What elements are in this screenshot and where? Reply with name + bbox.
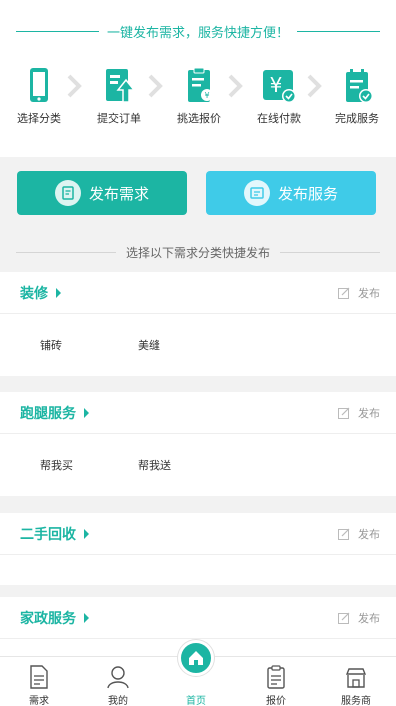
category-item[interactable]: 帮我买: [40, 457, 138, 473]
tab-label: 服务商: [341, 696, 371, 706]
category-items: 帮我买 帮我送: [0, 434, 396, 496]
step-label: 挑选报价: [177, 112, 221, 125]
category-hint-row: 选择以下需求分类快捷发布: [16, 243, 381, 261]
step-select-category: 选择分类: [4, 66, 74, 126]
category-header[interactable]: 跑腿服务 发布: [0, 392, 396, 434]
publish-label: 发布: [358, 527, 380, 541]
tab-label: 我的: [108, 696, 128, 706]
category-title: 跑腿服务: [20, 405, 76, 422]
step-submit-order: 提交订单: [84, 66, 154, 126]
demand-icon: [54, 180, 81, 206]
publish-demand-button[interactable]: 发布需求: [17, 171, 187, 215]
tab-label: 报价: [266, 696, 286, 706]
category-section: 二手回收 发布: [0, 513, 396, 585]
category-items: 铺砖 美缝: [0, 314, 396, 376]
step-label: 选择分类: [17, 112, 61, 125]
category-item[interactable]: 帮我送: [138, 457, 236, 473]
caret-right-icon: [84, 528, 89, 539]
slogan-text: 一键发布需求，服务快捷方便！: [107, 25, 290, 41]
tab-providers[interactable]: 服务商: [326, 659, 386, 706]
svg-text:¥: ¥: [204, 91, 209, 100]
home-icon[interactable]: [178, 640, 214, 676]
category-header[interactable]: 家政服务 发布: [0, 597, 396, 639]
quote-icon: ¥: [179, 66, 219, 106]
category-publish-link[interactable]: 发布: [338, 405, 380, 421]
caret-right-icon: [84, 407, 89, 418]
step-complete-service: 完成服务: [322, 66, 392, 126]
caret-right-icon: [84, 612, 89, 623]
chevron-right-icon: [148, 74, 163, 98]
category-hint-text: 选择以下需求分类快捷发布: [126, 245, 271, 260]
process-steps: 选择分类 提交订单 ¥ 挑选报价 ¥ 在线付款 完成服务: [0, 66, 396, 126]
category-section: 装修 发布 铺砖 美缝: [0, 272, 396, 376]
chevron-right-icon: [67, 74, 82, 98]
publish-service-button[interactable]: 发布服务: [206, 171, 376, 215]
category-section: 跑腿服务 发布 帮我买 帮我送: [0, 392, 396, 496]
document-icon: [9, 659, 69, 689]
clipboard-icon: [246, 659, 306, 689]
tab-label: 需求: [29, 696, 49, 706]
category-header[interactable]: 装修 发布: [0, 272, 396, 314]
step-label: 完成服务: [335, 112, 379, 125]
step-label: 提交订单: [97, 112, 141, 125]
category-header[interactable]: 二手回收 发布: [0, 513, 396, 555]
category-publish-link[interactable]: 发布: [338, 610, 380, 626]
category-title: 家政服务: [20, 610, 76, 627]
publish-demand-label: 发布需求: [88, 184, 149, 203]
payment-icon: ¥: [259, 66, 299, 106]
publish-label: 发布: [358, 406, 380, 420]
submit-order-icon: [99, 66, 139, 106]
publish-actions: 发布需求 发布服务: [17, 171, 376, 215]
chevron-right-icon: [228, 74, 243, 98]
svg-text:¥: ¥: [270, 73, 283, 97]
category-publish-link[interactable]: 发布: [338, 285, 380, 301]
step-online-payment: ¥ 在线付款: [244, 66, 314, 126]
store-icon: [326, 659, 386, 689]
chevron-right-icon: [307, 74, 322, 98]
category-publish-link[interactable]: 发布: [338, 526, 380, 542]
publish-label: 发布: [358, 611, 380, 625]
publish-service-label: 发布服务: [277, 184, 338, 203]
slogan-divider-right: [297, 30, 381, 32]
tab-mine[interactable]: 我的: [88, 659, 148, 706]
hint-divider-right: [280, 251, 381, 253]
category-item[interactable]: 美缝: [138, 337, 236, 353]
category-item[interactable]: 铺砖: [40, 337, 138, 353]
user-icon: [88, 659, 148, 689]
tab-demand[interactable]: 需求: [9, 659, 69, 706]
header-panel: 一键发布需求，服务快捷方便！ 选择分类 提交订单 ¥ 挑选报价 ¥ 在线付款 完…: [0, 0, 396, 157]
tab-quote[interactable]: 报价: [246, 659, 306, 706]
step-choose-quote: ¥ 挑选报价: [164, 66, 234, 126]
slogan-row: 一键发布需求，服务快捷方便！: [16, 22, 381, 41]
tab-label: 首页: [186, 696, 206, 706]
phone-icon: [19, 66, 59, 106]
complete-icon: [337, 66, 377, 106]
edit-icon: [338, 528, 350, 540]
publish-label: 发布: [358, 286, 380, 300]
category-title: 装修: [20, 285, 48, 302]
category-title: 二手回收: [20, 526, 76, 543]
edit-icon: [338, 287, 350, 299]
hint-divider-left: [16, 251, 116, 253]
edit-icon: [338, 612, 350, 624]
service-icon: [243, 180, 270, 206]
step-label: 在线付款: [257, 112, 301, 125]
edit-icon: [338, 407, 350, 419]
caret-right-icon: [56, 287, 61, 298]
slogan-divider-left: [16, 30, 99, 32]
